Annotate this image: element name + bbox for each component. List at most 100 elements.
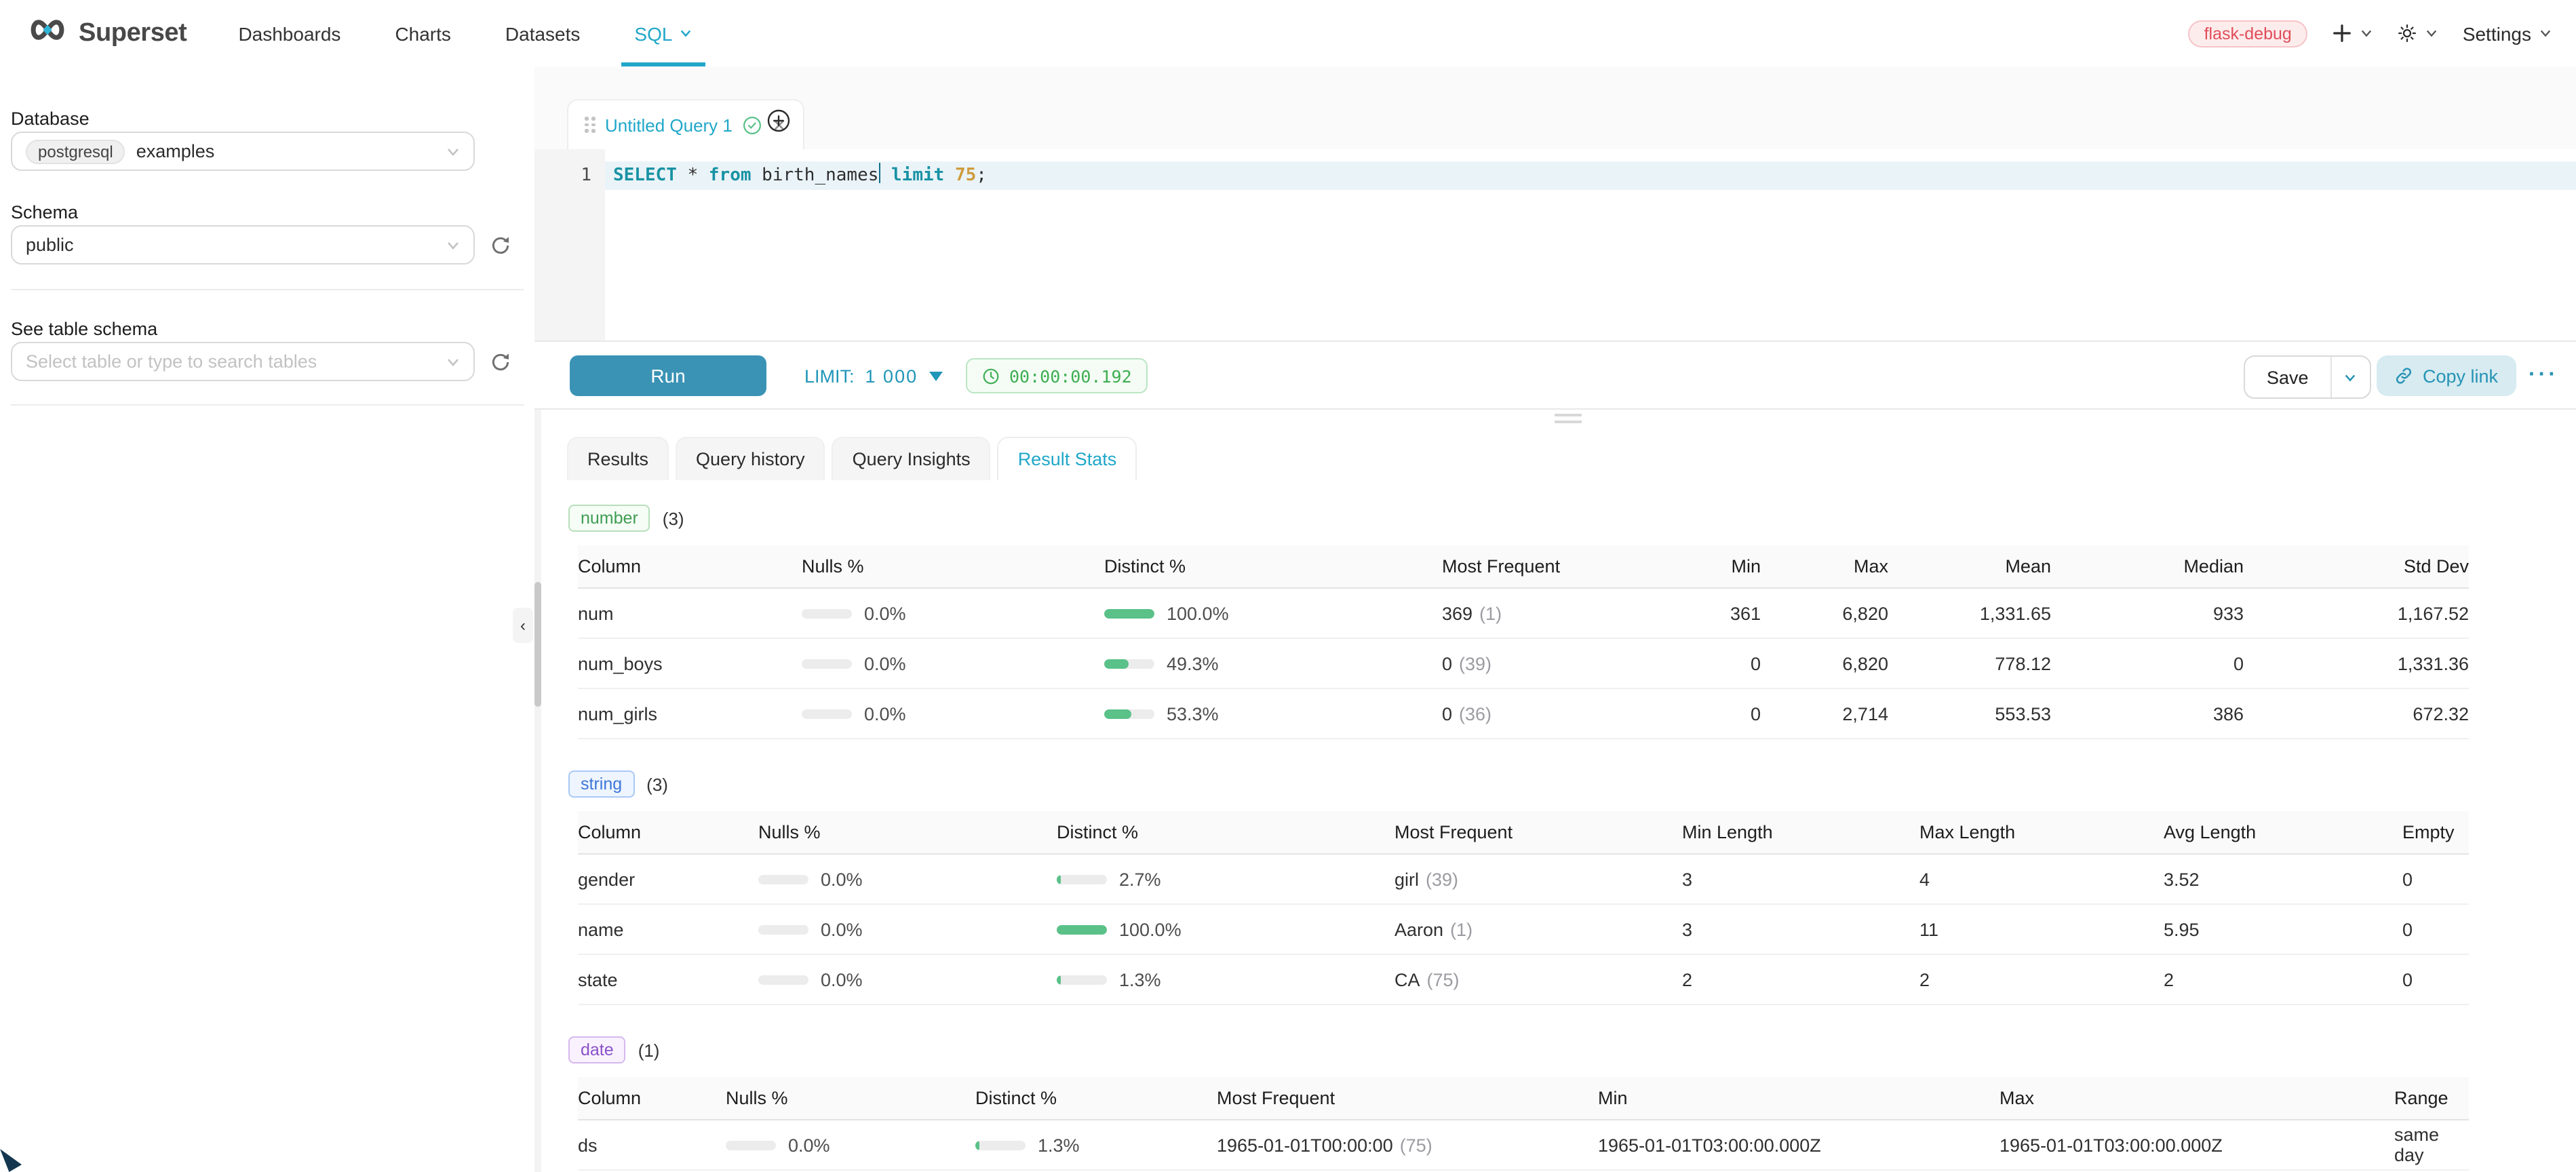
table-row: num_boys0.0%49.3%0(39)06,820778.1201,331…	[578, 638, 2469, 688]
query-success-check-icon	[742, 115, 762, 135]
cell: 361	[1632, 588, 1761, 638]
panel-resize-handle[interactable]	[1555, 414, 1582, 427]
column-header: Avg Length	[2164, 811, 2402, 854]
limit-dropdown[interactable]: LIMIT: 1 000	[804, 355, 942, 396]
percent-bar	[1104, 608, 1154, 618]
elapsed-time-value: 00:00:00.192	[1009, 366, 1132, 386]
type-badge-string: string	[568, 770, 634, 798]
link-icon	[2394, 366, 2413, 385]
column-header: Distinct %	[1104, 545, 1442, 588]
line-number: 1	[581, 161, 591, 190]
brand-name: Superset	[79, 18, 187, 48]
nav-item-sql[interactable]: SQL	[634, 0, 691, 66]
cell: num	[578, 588, 802, 638]
cell: 0(36)	[1442, 688, 1632, 739]
cell: 3	[1682, 904, 1919, 954]
settings-menu[interactable]: Settings	[2463, 22, 2552, 44]
column-count: (3)	[663, 508, 684, 528]
column-header: Column	[578, 545, 802, 588]
table-schema-label: See table schema	[11, 319, 157, 339]
chevron-down-icon	[679, 27, 691, 39]
cell: 4	[1919, 854, 2164, 904]
cell: 0	[2051, 638, 2244, 688]
cell: 0	[1632, 688, 1761, 739]
cell: num_girls	[578, 688, 802, 739]
save-options-button[interactable]	[2330, 357, 2370, 397]
nav-links: Dashboards Charts Datasets SQL	[238, 0, 691, 66]
run-button[interactable]: Run	[570, 355, 766, 396]
environment-badge: flask-debug	[2188, 20, 2308, 47]
settings-label: Settings	[2463, 22, 2531, 44]
column-header: Nulls %	[758, 811, 1057, 854]
refresh-tables-icon[interactable]	[490, 351, 511, 373]
cell: 933	[2051, 588, 2244, 638]
column-header: Min	[1632, 545, 1761, 588]
chevron-down-icon	[2345, 371, 2357, 383]
collapse-sidebar-button[interactable]: ‹	[513, 608, 533, 643]
percent-bar	[726, 1140, 776, 1150]
tab-results[interactable]: Results	[567, 437, 669, 480]
cell: 49.3%	[1104, 638, 1442, 688]
nav-item-datasets[interactable]: Datasets	[505, 0, 581, 66]
column-header: Most Frequent	[1394, 811, 1682, 854]
column-header: Nulls %	[726, 1077, 975, 1120]
percent-bar	[802, 709, 852, 718]
cell: 2	[2164, 954, 2402, 1004]
cell: same day	[2394, 1120, 2469, 1170]
cell: 100.0%	[1104, 588, 1442, 638]
column-header: Min	[1598, 1077, 1999, 1120]
cell: CA(75)	[1394, 954, 1682, 1004]
copy-link-button[interactable]: Copy link	[2377, 355, 2516, 396]
result-stats-content: number (3) Column Nulls % Distinct % Mos…	[534, 479, 2576, 1172]
tab-query-insights[interactable]: Query Insights	[832, 437, 991, 480]
tab-query-history[interactable]: Query history	[676, 437, 825, 480]
plus-icon	[2333, 23, 2353, 43]
nav-item-charts[interactable]: Charts	[395, 0, 450, 66]
chevron-down-icon	[446, 144, 460, 158]
new-item-button[interactable]	[2333, 23, 2373, 43]
cell: ds	[578, 1120, 726, 1170]
percent-bar	[1104, 709, 1154, 718]
database-select[interactable]: postgresql examples	[11, 132, 475, 171]
cell: num_boys	[578, 638, 802, 688]
column-header: Max	[1999, 1077, 2394, 1120]
sidebar-divider	[11, 289, 524, 290]
superset-logo[interactable]: Superset	[27, 15, 187, 52]
column-header: Max Length	[1919, 811, 2164, 854]
percent-bar	[975, 1140, 1026, 1150]
cell: Aaron(1)	[1394, 904, 1682, 954]
query-toolbar: Run LIMIT: 1 000 00:00:00.192 Save	[534, 340, 2576, 410]
sql-code-line[interactable]: SELECT * from birth_names limit 75;	[605, 161, 2576, 190]
table-header-row: Column Nulls % Distinct % Most Frequent …	[578, 811, 2469, 854]
add-tab-button[interactable]	[766, 109, 791, 133]
column-header: Std Dev	[2244, 545, 2469, 588]
nav-item-dashboards[interactable]: Dashboards	[238, 0, 340, 66]
cell: 1,331.65	[1888, 588, 2051, 638]
cell: 0	[2402, 854, 2469, 904]
percent-bar	[802, 608, 852, 618]
column-header: Max	[1761, 545, 1888, 588]
table-row: num_girls0.0%53.3%0(36)02,714553.5338667…	[578, 688, 2469, 739]
schema-value: public	[26, 235, 74, 255]
table-header-row: Column Nulls % Distinct % Most Frequent …	[578, 545, 2469, 588]
column-count: (1)	[638, 1040, 660, 1060]
string-section-header: string (3)	[568, 770, 2576, 798]
tab-result-stats[interactable]: Result Stats	[998, 437, 1137, 480]
sql-editor[interactable]: 1 SELECT * from birth_names limit 75;	[534, 149, 2576, 340]
editor-gutter: 1	[534, 149, 605, 340]
save-button[interactable]: Save	[2245, 357, 2330, 397]
type-badge-date: date	[568, 1036, 626, 1063]
percent-bar	[758, 975, 808, 984]
schema-select[interactable]: public	[11, 225, 475, 265]
cell: 0	[2402, 904, 2469, 954]
column-header: Column	[578, 811, 758, 854]
drag-handle-icon	[585, 117, 596, 133]
table-select[interactable]: Select table or type to search tables	[11, 342, 475, 381]
theme-toggle-button[interactable]	[2398, 23, 2438, 43]
refresh-schemas-icon[interactable]	[490, 235, 511, 256]
table-header-row: Column Nulls % Distinct % Most Frequent …	[578, 1077, 2469, 1120]
cell: 0.0%	[802, 688, 1104, 739]
more-actions-button[interactable]: ···	[2529, 355, 2558, 396]
column-header: Distinct %	[1057, 811, 1394, 854]
query-tab-title: Untitled Query 1	[605, 115, 733, 135]
